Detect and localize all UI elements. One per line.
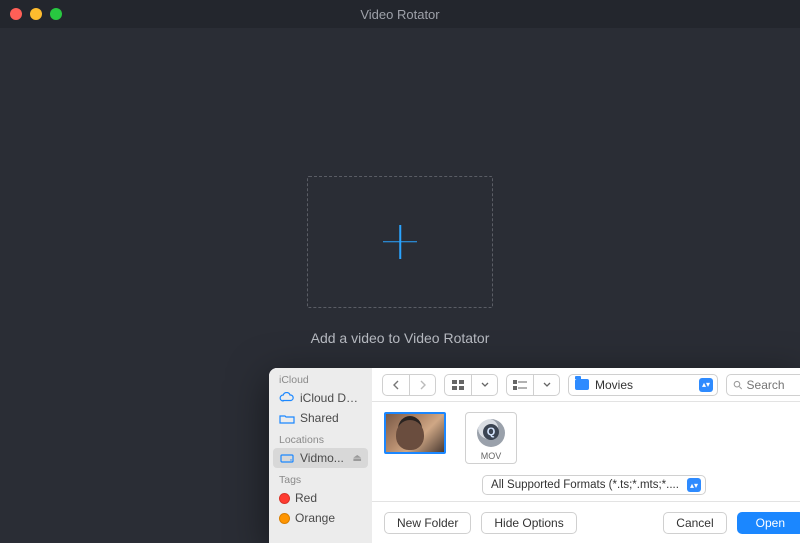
tag-color-dot [279, 493, 290, 504]
updown-arrows-icon: ▴▾ [699, 378, 713, 392]
cloud-icon [279, 391, 295, 405]
add-video-dropzone[interactable] [307, 176, 493, 308]
window-title: Video Rotator [0, 7, 800, 22]
format-label: All Supported Formats (*.ts;*.mts;*.... [491, 479, 679, 491]
sheet-sidebar: iCloud iCloud Dri... Shared Locations Vi… [269, 368, 372, 543]
eject-icon[interactable]: ⏏ [353, 453, 362, 464]
location-popup[interactable]: Movies ▴▾ [568, 374, 718, 396]
file-item-mov[interactable]: Q MOV [460, 412, 522, 464]
nav-back-button[interactable] [383, 375, 409, 395]
sheet-footer: New Folder Hide Options Cancel Open [372, 501, 800, 543]
dropzone-caption: Add a video to Video Rotator [311, 330, 490, 346]
tag-color-dot [279, 513, 290, 524]
chevron-down-icon [533, 375, 559, 395]
sidebar-section-tags: Tags [269, 474, 372, 488]
plus-icon [383, 225, 417, 259]
sidebar-section-locations: Locations [269, 434, 372, 448]
disk-icon [279, 451, 295, 465]
icon-view-icon [445, 375, 471, 395]
sidebar-item-shared[interactable]: Shared [269, 408, 372, 428]
nav-back-forward [382, 374, 436, 396]
sidebar-item-icloud-drive[interactable]: iCloud Dri... [269, 388, 372, 408]
sidebar-item-label: iCloud Dri... [300, 391, 362, 405]
close-window-button[interactable] [10, 8, 22, 20]
quicktime-document-icon: Q MOV [465, 412, 517, 464]
sidebar-item-label: Vidmo... [300, 451, 344, 465]
view-icon-segment[interactable] [444, 374, 498, 396]
group-icon [507, 375, 533, 395]
format-row: All Supported Formats (*.ts;*.mts;*.... … [372, 471, 800, 501]
sheet-panel: Movies ▴▾ Q MOV All Supported Formats (* [372, 368, 800, 543]
sidebar-item-vidmo-disk[interactable]: Vidmo... ⏏ [273, 448, 368, 468]
shared-folder-icon [279, 411, 295, 425]
minimize-window-button[interactable] [30, 8, 42, 20]
search-field[interactable] [726, 374, 800, 396]
search-input[interactable] [747, 378, 799, 392]
cancel-button[interactable]: Cancel [663, 512, 726, 534]
file-browser-area[interactable]: Q MOV All Supported Formats (*.ts;*.mts;… [372, 402, 800, 501]
location-label: Movies [595, 378, 633, 392]
sidebar-item-label: Orange [295, 511, 335, 525]
chevron-down-icon [471, 375, 497, 395]
video-thumbnail [384, 412, 446, 454]
titlebar: Video Rotator [0, 0, 800, 28]
hide-options-button[interactable]: Hide Options [481, 512, 576, 534]
sidebar-tag-orange[interactable]: Orange [269, 508, 372, 528]
open-file-sheet: iCloud iCloud Dri... Shared Locations Vi… [269, 368, 800, 543]
traffic-lights [10, 8, 62, 20]
sidebar-item-label: Red [295, 491, 317, 505]
group-segment[interactable] [506, 374, 560, 396]
file-item-video[interactable] [384, 412, 446, 454]
updown-arrows-icon: ▴▾ [687, 478, 701, 492]
open-button[interactable]: Open [737, 512, 800, 534]
search-icon [733, 379, 743, 391]
nav-forward-button[interactable] [409, 375, 435, 395]
sidebar-item-label: Shared [300, 411, 339, 425]
sheet-toolbar: Movies ▴▾ [372, 368, 800, 402]
sidebar-section-icloud: iCloud [269, 374, 372, 388]
format-popup[interactable]: All Supported Formats (*.ts;*.mts;*.... … [482, 475, 706, 495]
sidebar-tag-red[interactable]: Red [269, 488, 372, 508]
new-folder-button[interactable]: New Folder [384, 512, 471, 534]
file-ext-badge: MOV [481, 451, 502, 461]
zoom-window-button[interactable] [50, 8, 62, 20]
folder-icon [575, 379, 589, 390]
